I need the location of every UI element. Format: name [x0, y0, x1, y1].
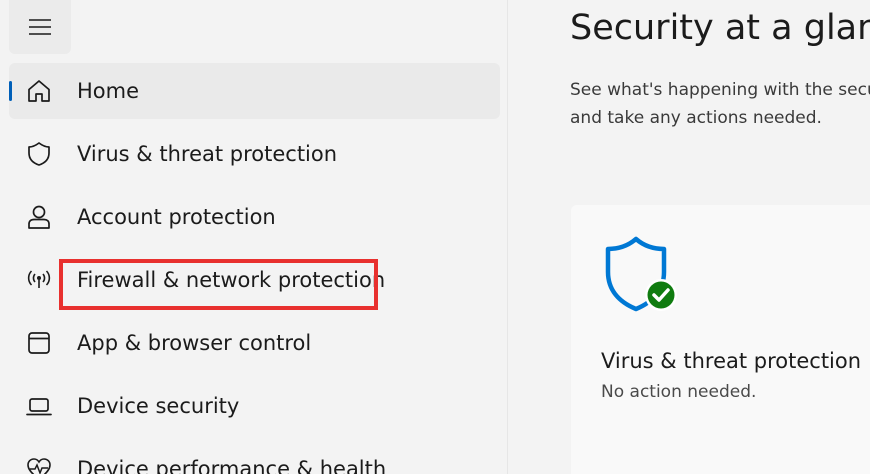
windows-security-window: Home Virus & threat protection Account p…: [0, 0, 870, 474]
sidebar-item-label: Home: [77, 79, 140, 103]
sidebar-item-label: Firewall & network protection: [77, 268, 386, 292]
app-window-icon: [24, 328, 54, 358]
sidebar-item-label: Account protection: [77, 205, 276, 229]
selected-indicator: [9, 81, 12, 101]
main-content: Security at a glance See what's happenin…: [508, 0, 870, 474]
card-title: Virus & threat protection: [601, 349, 862, 373]
sidebar-item-firewall-network-protection[interactable]: Firewall & network protection: [9, 252, 500, 308]
sidebar-item-home[interactable]: Home: [9, 63, 500, 119]
heart-pulse-icon: [24, 454, 54, 474]
sidebar-item-device-security[interactable]: Device security: [9, 378, 500, 434]
page-title: Security at a glance: [570, 8, 870, 48]
sidebar-item-device-performance-health[interactable]: Device performance & health: [9, 441, 500, 474]
home-icon: [24, 76, 54, 106]
sidebar-item-label: App & browser control: [77, 331, 312, 355]
sidebar: Home Virus & threat protection Account p…: [0, 0, 508, 474]
shield-icon: [24, 139, 54, 169]
sidebar-item-app-browser-control[interactable]: App & browser control: [9, 315, 500, 371]
sidebar-item-label: Virus & threat protection: [77, 142, 338, 166]
sidebar-item-account-protection[interactable]: Account protection: [9, 189, 500, 245]
antenna-icon: [24, 265, 54, 295]
page-description: See what's happening with the security a…: [570, 80, 870, 128]
virus-threat-protection-card[interactable]: Virus & threat protection No action need…: [571, 205, 870, 474]
hamburger-menu-button[interactable]: [9, 0, 71, 54]
person-icon: [24, 202, 54, 232]
shield-check-icon: [601, 235, 681, 321]
sidebar-item-label: Device security: [77, 394, 240, 418]
sidebar-item-virus-threat-protection[interactable]: Virus & threat protection: [9, 126, 500, 182]
laptop-icon: [24, 391, 54, 421]
sidebar-item-label: Device performance & health: [77, 457, 387, 474]
card-status: No action needed.: [601, 382, 757, 402]
hamburger-menu-icon: [29, 19, 51, 35]
